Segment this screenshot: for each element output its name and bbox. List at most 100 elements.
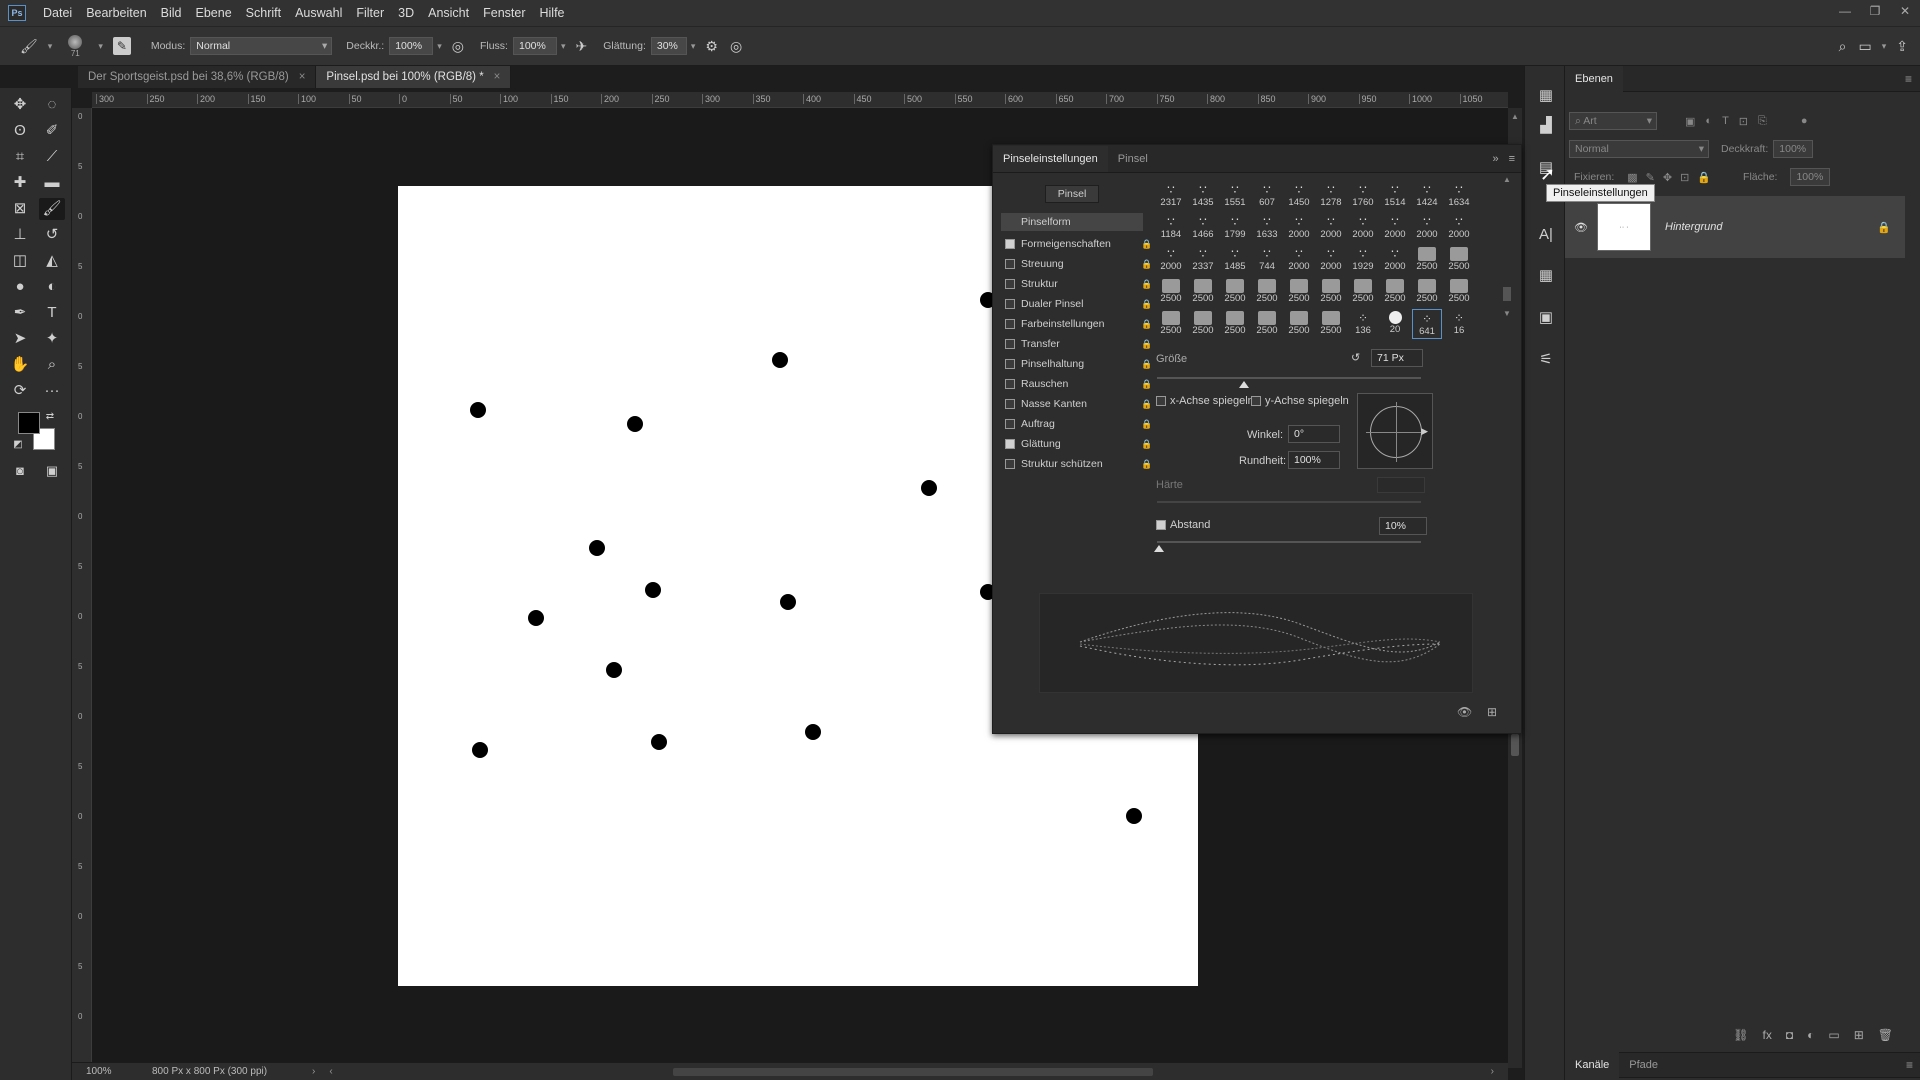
rotate-view-icon[interactable]: ⟳	[7, 380, 33, 402]
brush-preset[interactable]: 2500	[1348, 277, 1378, 307]
toggle-preview-icon[interactable]: 👁	[1457, 705, 1472, 719]
scroll-up-icon[interactable]: ▲	[1501, 175, 1513, 184]
zoom-level[interactable]: 100%	[72, 1066, 132, 1077]
lock-icon[interactable]: 🔒	[1141, 319, 1152, 330]
pressure-size-icon[interactable]: ◎	[730, 38, 742, 55]
brush-preset[interactable]: ⁘ 641	[1412, 309, 1442, 339]
brush-preset[interactable]: 2500	[1188, 309, 1218, 339]
brush-preset[interactable]: 2500	[1220, 277, 1250, 307]
brush-preset[interactable]: ∵ 744	[1252, 245, 1282, 275]
adjustments-icon[interactable]: ⚟	[1535, 350, 1557, 372]
lock-icon[interactable]: 🔒	[1141, 439, 1152, 450]
swap-colors-icon[interactable]: ⇄	[44, 406, 56, 428]
brush-option-checkbox[interactable]	[1005, 359, 1015, 369]
groesse-input[interactable]: 71 Px	[1371, 349, 1423, 367]
scroll-down-icon[interactable]: ▼	[1503, 309, 1511, 318]
brush-option-checkbox[interactable]	[1005, 419, 1015, 429]
lock-all-icon[interactable]: 🔒	[1697, 171, 1711, 184]
brush-preset[interactable]: ∵ 2317	[1156, 181, 1186, 211]
bandage-icon[interactable]: ▬	[39, 172, 65, 194]
menu-hilfe[interactable]: Hilfe	[533, 6, 572, 20]
brush-preset[interactable]: ∵ 1278	[1316, 181, 1346, 211]
brush-preset[interactable]: 2500	[1316, 309, 1346, 339]
lock-icon[interactable]: 🔒	[1141, 299, 1152, 310]
brush-option-row[interactable]: Farbeinstellungen 🔒	[1005, 315, 1152, 333]
brush-preset[interactable]: ∵ 1799	[1220, 213, 1250, 243]
lock-icon[interactable]: 🔒	[1141, 279, 1152, 290]
chevron-down-icon[interactable]: ▾	[691, 41, 696, 52]
properties-icon[interactable]: ▣	[1535, 308, 1557, 330]
spot-healing-icon[interactable]: ✚	[7, 172, 33, 194]
brush-preset[interactable]: ⁘ 16	[1444, 309, 1474, 339]
panel-menu-icon[interactable]: ≡	[1509, 153, 1515, 165]
adjustment-layer-icon[interactable]: ◐	[1807, 1028, 1814, 1042]
brush-preset[interactable]: 2500	[1252, 309, 1282, 339]
trash-icon[interactable]: 🗑	[1878, 1028, 1893, 1042]
histogram-icon[interactable]: ▟	[1535, 116, 1557, 138]
filter-type-icon[interactable]: T	[1722, 115, 1729, 127]
flip-x-checkbox[interactable]	[1156, 396, 1166, 406]
pressure-opacity-icon[interactable]: ◎	[452, 38, 464, 55]
foreground-color-swatch[interactable]	[18, 412, 40, 434]
tab-pinsel[interactable]: Pinsel	[1108, 146, 1158, 172]
lock-icon[interactable]: 🔒	[1141, 359, 1152, 370]
chevron-down-icon[interactable]: ▾	[437, 41, 442, 52]
libraries-icon[interactable]: ▦	[1535, 86, 1557, 108]
reset-size-icon[interactable]: ↺	[1351, 351, 1360, 364]
brush-preset[interactable]: 2500	[1444, 245, 1474, 275]
lock-icon[interactable]: 🔒	[1141, 259, 1152, 270]
search-icon[interactable]: ⌕	[1839, 38, 1847, 55]
fill-input[interactable]: 100%	[1790, 168, 1831, 186]
layer-row[interactable]: 👁 ·· · Hintergrund 🔒	[1565, 196, 1905, 258]
brush-preset[interactable]: 2500	[1220, 309, 1250, 339]
new-brush-icon[interactable]: ⊞	[1487, 705, 1497, 719]
abstand-slider-knob[interactable]	[1154, 545, 1164, 552]
brush-option-row[interactable]: Auftrag 🔒	[1005, 415, 1152, 433]
brush-preset[interactable]: ∵ 1424	[1412, 181, 1442, 211]
filter-toggle-icon[interactable]: ●	[1801, 115, 1808, 127]
scroll-left-icon[interactable]: ‹	[329, 1066, 332, 1077]
shape-tool-icon[interactable]: ✦	[39, 328, 65, 350]
lock-icon[interactable]: 🔒	[1141, 379, 1152, 390]
rundheit-input[interactable]: 100%	[1288, 451, 1340, 469]
brush-option-checkbox[interactable]	[1005, 239, 1015, 249]
brush-preset[interactable]: 2500	[1156, 309, 1186, 339]
brush-preset[interactable]: 2500	[1316, 277, 1346, 307]
brush-preset-picker[interactable]: 71	[60, 34, 90, 58]
brush-preset[interactable]: ∵ 2000	[1380, 245, 1410, 275]
link-icon[interactable]: ⛓	[1733, 1028, 1748, 1042]
brush-option-checkbox[interactable]	[1005, 439, 1015, 449]
brush-option-row[interactable]: Struktur schützen 🔒	[1005, 455, 1152, 473]
menu-3d[interactable]: 3D	[391, 6, 421, 20]
brush-tool-icon[interactable]: 🖌	[20, 38, 38, 55]
lock-icon[interactable]: 🔒	[1141, 399, 1152, 410]
menu-bearbeiten[interactable]: Bearbeiten	[79, 6, 153, 20]
close-icon[interactable]: ×	[299, 66, 306, 88]
chevron-down-icon[interactable]: ▾	[98, 41, 103, 52]
brush-preset[interactable]: ∵ 1634	[1444, 181, 1474, 211]
brush-preset[interactable]: 2500	[1412, 277, 1442, 307]
path-selection-icon[interactable]: ➤	[7, 328, 33, 350]
brush-option-checkbox[interactable]	[1005, 279, 1015, 289]
abstand-checkbox[interactable]	[1156, 520, 1166, 530]
brush-option-checkbox[interactable]	[1005, 319, 1015, 329]
lock-icon[interactable]: 🔒	[1141, 459, 1152, 470]
fluss-input[interactable]: 100%	[512, 37, 557, 55]
menu-auswahl[interactable]: Auswahl	[288, 6, 349, 20]
brush-preset[interactable]: ∵ 607	[1252, 181, 1282, 211]
flip-x-row[interactable]: x-Achse spiegeln	[1156, 395, 1254, 407]
brush-option-checkbox[interactable]	[1005, 259, 1015, 269]
abstand-slider[interactable]	[1157, 541, 1421, 543]
chevron-right-icon[interactable]: ›	[312, 1066, 315, 1077]
brush-preset[interactable]: ∵ 1485	[1220, 245, 1250, 275]
fx-icon[interactable]: fx	[1763, 1028, 1772, 1042]
abstand-input[interactable]: 10%	[1379, 517, 1427, 535]
eraser-icon[interactable]: ◫	[7, 250, 33, 272]
brush-option-checkbox[interactable]	[1005, 459, 1015, 469]
scroll-right-icon[interactable]: ›	[1491, 1066, 1494, 1077]
collapse-icon[interactable]: »	[1492, 153, 1498, 165]
eye-icon[interactable]: 👁	[1565, 221, 1597, 234]
pen-tool-icon[interactable]: ✒	[7, 302, 33, 324]
eyedropper-icon[interactable]: ⟋	[39, 146, 65, 168]
tab-pinseleinstellungen[interactable]: Pinseleinstellungen	[993, 145, 1108, 172]
